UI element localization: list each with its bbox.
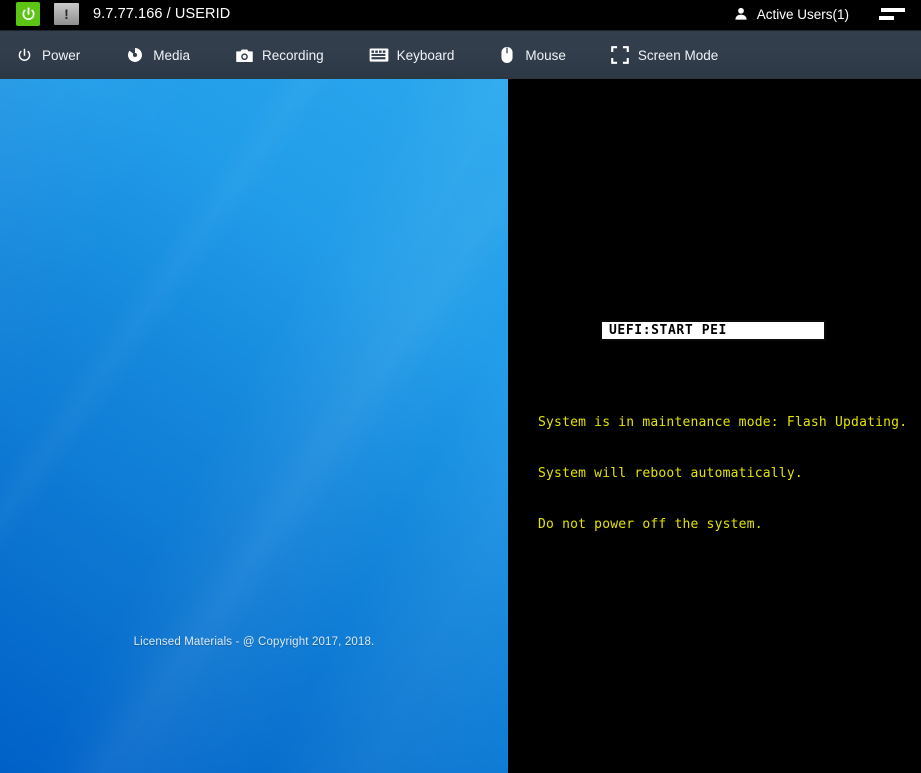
toolbar-label-media: Media: [153, 47, 191, 63]
active-users-label: Active Users(1): [756, 6, 849, 22]
bios-message-line: Do not power off the system.: [538, 517, 763, 532]
splash-blue-panel: Licensed Materials - @ Copyright 2017, 2…: [0, 79, 508, 773]
host-address-label: 9.7.77.166 / USERID: [93, 6, 231, 22]
uefi-status-box: UEFI:START PEI: [600, 320, 826, 341]
warning-glyph: !: [64, 6, 69, 22]
bios-message-block: System is in maintenance mode: Flash Upd…: [538, 380, 907, 567]
toolbar-item-keyboard[interactable]: Keyboard: [369, 31, 455, 79]
keyboard-icon: [369, 45, 389, 65]
titlebar-left-group: ! 9.7.77.166 / USERID: [0, 2, 230, 26]
toolbar-item-media[interactable]: Media: [125, 31, 190, 79]
toolbar-item-mouse[interactable]: Mouse: [497, 31, 566, 79]
uefi-status-text: UEFI:START PEI: [609, 323, 727, 338]
power-status-icon[interactable]: [16, 2, 40, 26]
mouse-icon: [497, 45, 517, 65]
toolbar-item-recording[interactable]: Recording: [234, 31, 324, 79]
power-icon: [14, 45, 34, 65]
titlebar: ! 9.7.77.166 / USERID Active Users(1): [0, 0, 921, 28]
copyright-label: Licensed Materials - @ Copyright 2017, 2…: [133, 636, 375, 648]
toolbar-label-mouse: Mouse: [525, 47, 566, 63]
warning-icon[interactable]: !: [54, 3, 79, 25]
bios-console-panel: UEFI:START PEI System is in maintenance …: [508, 79, 921, 773]
toolbar-label-power: Power: [42, 47, 81, 63]
toolbar-label-screen-mode: Screen Mode: [637, 47, 719, 63]
toolbar-item-screen-mode[interactable]: Screen Mode: [610, 31, 718, 79]
user-icon: [735, 7, 747, 20]
toolbar-item-power[interactable]: Power: [14, 31, 80, 79]
bios-message-line: System is in maintenance mode: Flash Upd…: [538, 415, 908, 430]
kvm-remote-console-window: ! 9.7.77.166 / USERID Active Users(1) Po…: [0, 0, 921, 773]
hamburger-menu-icon[interactable]: [879, 4, 905, 24]
remote-video-stage: Licensed Materials - @ Copyright 2017, 2…: [0, 79, 921, 773]
active-users-indicator[interactable]: Active Users(1): [732, 6, 849, 22]
toolbar-label-recording: Recording: [262, 47, 324, 63]
console-toolbar: Power Media Recording Keyboard Mouse Scr…: [0, 30, 921, 79]
titlebar-right-group: Active Users(1): [732, 4, 921, 24]
camera-icon: [234, 45, 254, 65]
toolbar-label-keyboard: Keyboard: [396, 47, 455, 63]
bios-message-line: System will reboot automatically.: [538, 466, 803, 481]
fullscreen-icon: [610, 45, 630, 65]
disc-icon: [125, 45, 145, 65]
